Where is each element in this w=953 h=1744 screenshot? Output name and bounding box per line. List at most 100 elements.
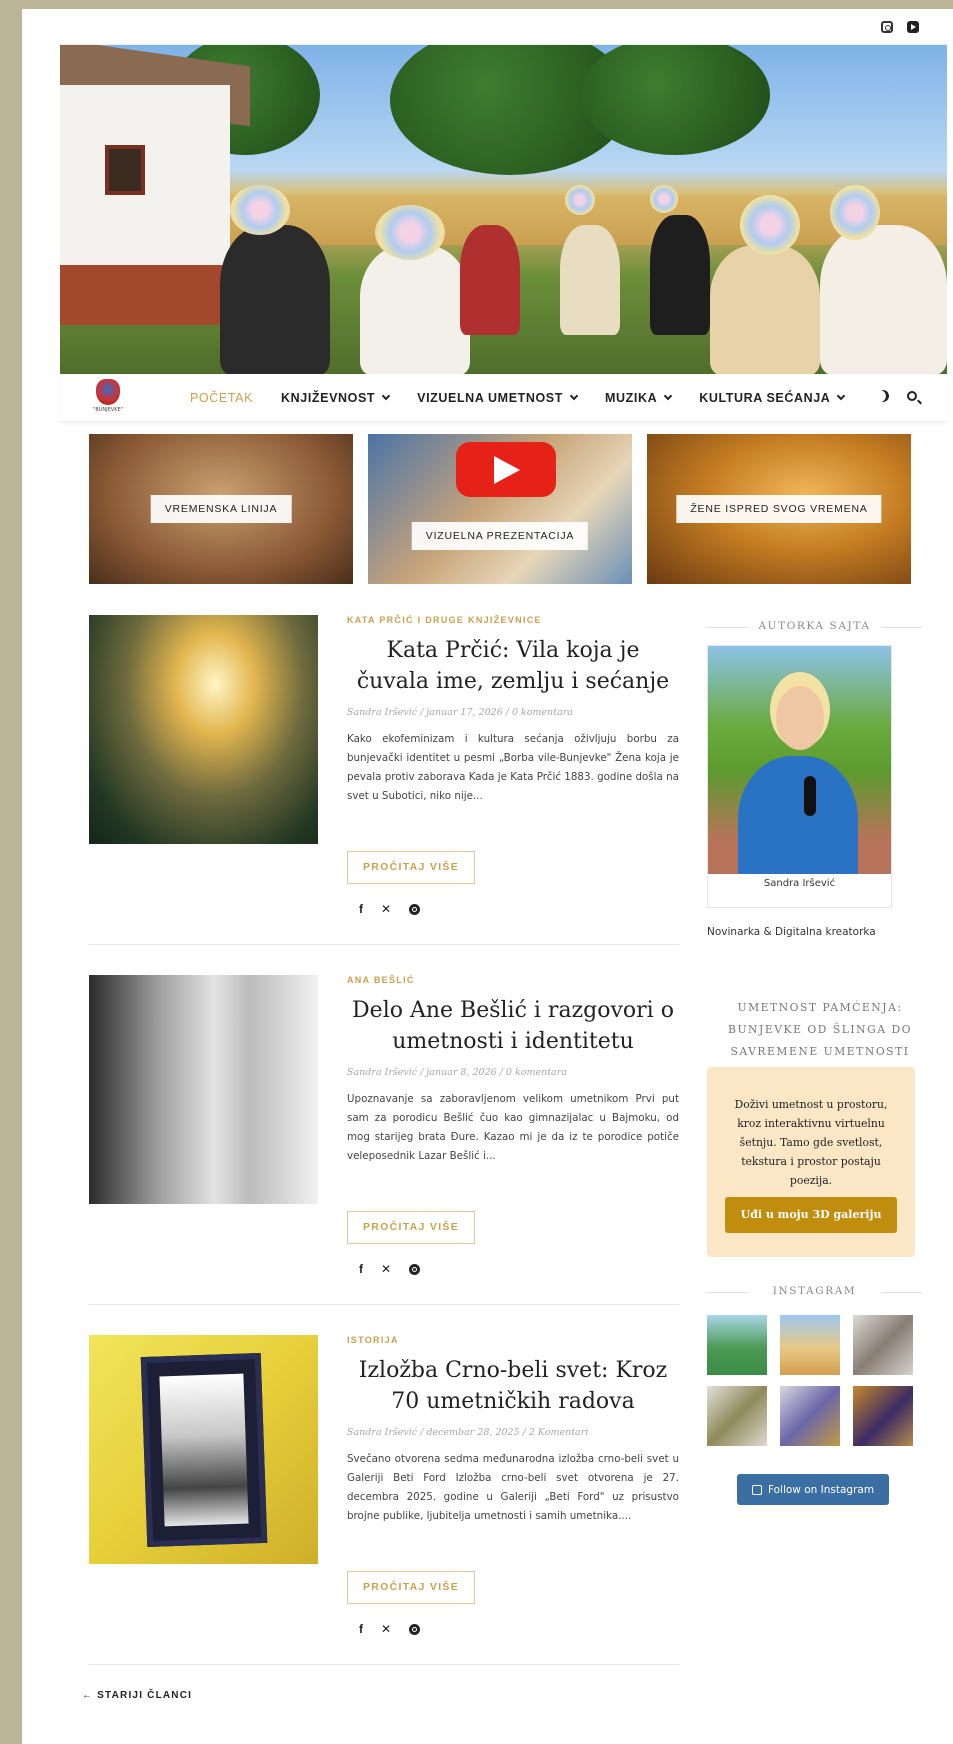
- hero-flower-hat: [650, 185, 678, 213]
- hero-figure: [360, 245, 470, 374]
- hero-house-base: [60, 265, 230, 325]
- hero-figure: [820, 225, 947, 374]
- hero-figure: [220, 225, 330, 374]
- pinterest-icon[interactable]: [409, 903, 421, 915]
- post-meta: Sandra Iršević / januar 8, 2026 / 0 kome…: [347, 1067, 567, 1078]
- post-body: ANA BEŠLIĆ Delo Ane Bešlić i razgovori o…: [347, 975, 679, 1166]
- youtube-icon[interactable]: [907, 21, 919, 33]
- hero-figure: [460, 225, 520, 335]
- gallery-promo-text: Doživi umetnost u prostoru, kroz interak…: [734, 1098, 888, 1187]
- x-icon[interactable]: ✕: [381, 1622, 391, 1636]
- post-title[interactable]: Izložba Crno-beli svet: Kroz 70 umetničk…: [347, 1355, 679, 1417]
- post-card: KATA PRČIĆ I DRUGE KNJIŽEVNICE Kata Prči…: [89, 615, 679, 916]
- facebook-icon[interactable]: f: [359, 1262, 363, 1276]
- title-rule: [882, 1292, 922, 1293]
- post-category[interactable]: ISTORIJA: [347, 1335, 679, 1345]
- post-divider: [89, 1664, 679, 1665]
- hero-figure: [560, 225, 620, 335]
- post-body: KATA PRČIĆ I DRUGE KNJIŽEVNICE Kata Prči…: [347, 615, 679, 806]
- post-title[interactable]: Delo Ane Bešlić i razgovori o umetnosti …: [347, 995, 679, 1057]
- hero-figure: [650, 215, 710, 335]
- nav-item-kultura-secanja[interactable]: KULTURA SEĆANJA: [699, 391, 846, 405]
- author-name: Sandra Iršević: [763, 878, 836, 889]
- hero-flower-hat: [740, 195, 800, 255]
- promo-vizuelna-prezentacija[interactable]: VIZUELNA PREZENTACIJA: [368, 434, 632, 584]
- post-divider: [89, 1304, 679, 1305]
- x-icon[interactable]: ✕: [381, 1262, 391, 1276]
- post-title[interactable]: Kata Prčić: Vila koja je čuvala ime, zem…: [347, 635, 679, 697]
- author-jacket: [738, 756, 858, 874]
- promo-vremenska-linija[interactable]: VREMENSKA LINIJA: [89, 434, 353, 584]
- post-thumbnail[interactable]: [89, 975, 318, 1204]
- author-photo: [708, 646, 891, 874]
- sidebar-instagram-title: INSTAGRAM: [707, 1285, 922, 1297]
- nav-item-vizuelna-umetnost[interactable]: VIZUELNA UMETNOST: [417, 391, 579, 405]
- social-links: [881, 21, 919, 33]
- pinterest-icon[interactable]: [409, 1623, 421, 1635]
- x-icon[interactable]: ✕: [381, 902, 391, 916]
- nav-tools: [877, 390, 917, 402]
- nav-item-knjizevnost[interactable]: KNJIŽEVNOST: [281, 391, 391, 405]
- facebook-icon[interactable]: f: [359, 1622, 363, 1636]
- read-more-button[interactable]: PROČITAJ VIŠE: [347, 1211, 475, 1244]
- post-divider: [89, 944, 679, 945]
- instagram-post[interactable]: [707, 1315, 767, 1375]
- post-card: ANA BEŠLIĆ Delo Ane Bešlić i razgovori o…: [89, 975, 679, 1276]
- share-buttons: f ✕: [359, 1622, 421, 1636]
- pinterest-icon[interactable]: [409, 1263, 421, 1275]
- author-card: Sandra Iršević: [707, 645, 892, 908]
- follow-instagram-button[interactable]: Follow on Instagram: [737, 1474, 889, 1505]
- facebook-icon[interactable]: f: [359, 902, 363, 916]
- instagram-post[interactable]: [853, 1315, 913, 1375]
- hero-figure: [710, 245, 820, 374]
- instagram-icon: [751, 1484, 762, 1495]
- instagram-icon[interactable]: [881, 21, 893, 33]
- promo-label: ŽENE ISPRED SVOG VREMENA: [676, 495, 882, 523]
- nav-item-pocetak[interactable]: POČETAK: [190, 391, 253, 405]
- framed-photo: [140, 1352, 268, 1548]
- sidebar-author-title: AUTORKA SAJTA: [707, 620, 922, 632]
- post-thumbnail[interactable]: [89, 1335, 318, 1564]
- hero-flower-hat: [565, 185, 595, 215]
- title-rule: [707, 627, 747, 628]
- instagram-post[interactable]: [780, 1315, 840, 1375]
- main-nav: "BUNJEVKE" POČETAK KNJIŽEVNOST VIZUELNA …: [60, 374, 947, 422]
- read-more-button[interactable]: PROČITAJ VIŠE: [347, 851, 475, 884]
- older-posts-link[interactable]: ← STARIJI ČLANCI: [82, 1690, 192, 1701]
- microphone-icon: [804, 776, 816, 816]
- promo-label: VIZUELNA PREZENTACIJA: [411, 522, 589, 550]
- nav-menu: POČETAK KNJIŽEVNOST VIZUELNA UMETNOST MU…: [190, 374, 872, 422]
- post-category[interactable]: KATA PRČIĆ I DRUGE KNJIŽEVNICE: [347, 615, 679, 625]
- sidebar-art-title: UMETNOST PAMĆENJA: BUNJEVKE OD ŠLINGA DO…: [728, 1001, 912, 1058]
- instagram-post[interactable]: [853, 1386, 913, 1446]
- chevron-down-icon: [663, 391, 673, 401]
- author-role: Novinarka & Digitalna kreatorka: [707, 926, 876, 938]
- read-more-button[interactable]: PROČITAJ VIŠE: [347, 1571, 475, 1604]
- promo-zene-ispred-svog-vremena[interactable]: ŽENE ISPRED SVOG VREMENA: [647, 434, 911, 584]
- instagram-post[interactable]: [707, 1386, 767, 1446]
- hero-flower-hat: [830, 185, 880, 240]
- author-head: [776, 686, 824, 750]
- post-meta: Sandra Iršević / januar 17, 2026 / 0 kom…: [347, 707, 573, 718]
- post-body: ISTORIJA Izložba Crno-beli svet: Kroz 70…: [347, 1335, 679, 1526]
- post-thumbnail[interactable]: [89, 615, 318, 844]
- nav-item-muzika[interactable]: MUZIKA: [605, 391, 673, 405]
- chevron-down-icon: [569, 391, 579, 401]
- promo-label: VREMENSKA LINIJA: [150, 495, 292, 523]
- hero-flower-hat: [230, 185, 290, 235]
- title-rule: [882, 627, 922, 628]
- title-rule: [707, 1292, 747, 1293]
- gallery-3d-button[interactable]: Uđi u moju 3D galeriju: [725, 1197, 897, 1233]
- page: "BUNJEVKE" POČETAK KNJIŽEVNOST VIZUELNA …: [22, 9, 953, 1744]
- moon-icon[interactable]: [875, 388, 890, 403]
- youtube-play-icon: [456, 442, 556, 497]
- chevron-down-icon: [837, 391, 846, 401]
- post-excerpt: Kako ekofeminizam i kultura sećanja oživ…: [347, 733, 679, 802]
- post-card: ISTORIJA Izložba Crno-beli svet: Kroz 70…: [89, 1335, 679, 1636]
- chevron-down-icon: [381, 391, 391, 401]
- share-buttons: f ✕: [359, 1262, 421, 1276]
- post-category[interactable]: ANA BEŠLIĆ: [347, 975, 679, 985]
- site-logo[interactable]: "BUNJEVKE": [90, 379, 126, 415]
- search-icon[interactable]: [907, 391, 917, 401]
- instagram-post[interactable]: [780, 1386, 840, 1446]
